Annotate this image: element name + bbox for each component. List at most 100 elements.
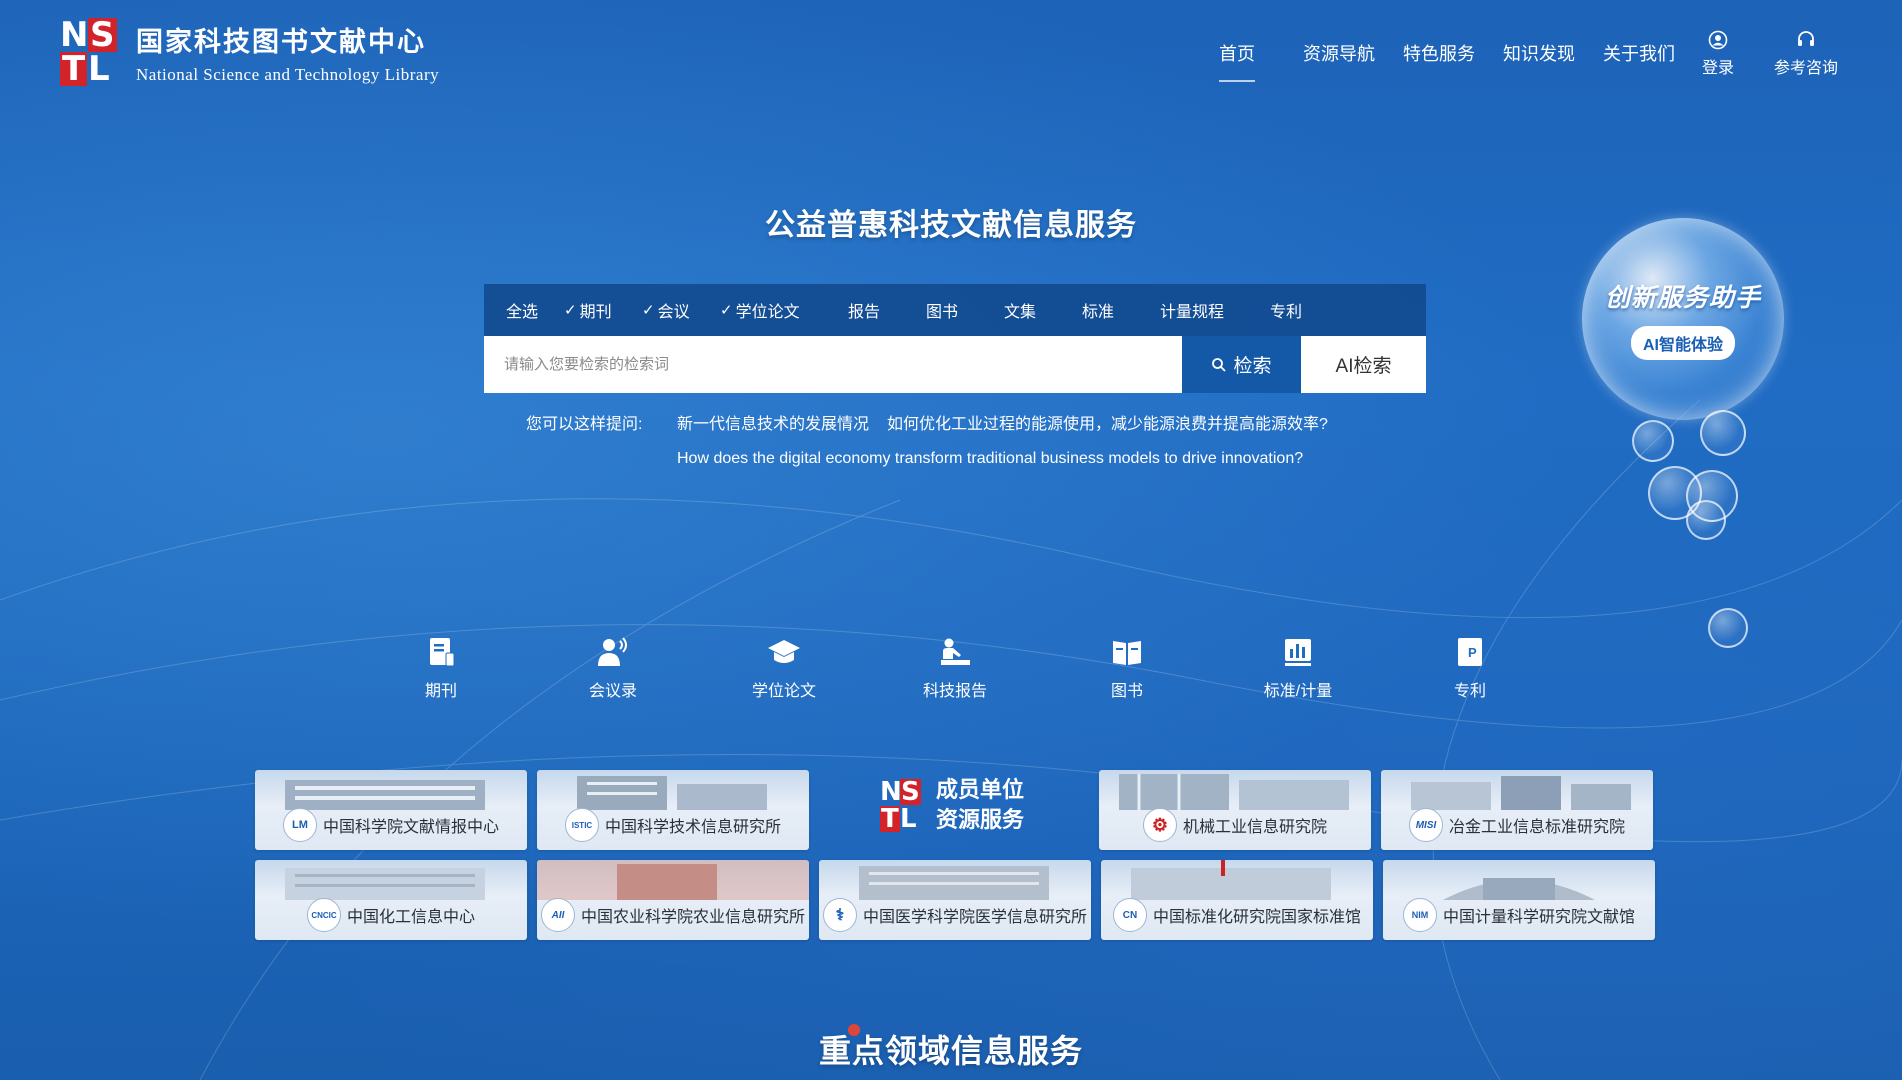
building-photo: [1411, 776, 1631, 810]
search-button[interactable]: 检索: [1182, 336, 1301, 393]
tab-label: 文集: [1004, 304, 1037, 321]
user-icon: [1708, 30, 1728, 50]
site-logo[interactable]: N S T L 国家科技图书文献中心 National Science and …: [58, 18, 439, 86]
institution-logo: MISI: [1408, 808, 1443, 842]
category-proceedings[interactable]: 会议录: [563, 635, 663, 701]
unit-name: 机械工业信息研究院: [1182, 819, 1327, 836]
unit-name: 中国科学院文献情报中心: [322, 819, 499, 836]
institution-logo: ISTIC: [564, 808, 599, 842]
suggestion-link[interactable]: 新一代信息技术的发展情况: [677, 410, 869, 434]
category-book[interactable]: 图书: [1077, 635, 1177, 701]
tab-report[interactable]: 报告: [848, 298, 926, 322]
category-tech-report[interactable]: 科技报告: [905, 635, 1005, 701]
tab-label: 标准: [1082, 304, 1115, 321]
search-input[interactable]: [484, 336, 1182, 393]
site-header: N S T L 国家科技图书文献中心 National Science and …: [0, 0, 1902, 110]
building-photo: [285, 868, 485, 900]
consult-button[interactable]: 参考咨询: [1774, 30, 1838, 78]
institution-logo: AII: [540, 898, 575, 932]
check-icon: ✓: [564, 302, 577, 319]
building-photo: [1131, 860, 1331, 900]
presenter-icon: [941, 638, 970, 665]
speaker-icon: [598, 637, 627, 666]
nav-knowledge-discovery[interactable]: 知识发现: [1489, 38, 1589, 68]
category-label: 期刊: [424, 683, 457, 700]
category-standard[interactable]: 标准/计量: [1248, 635, 1348, 701]
decorative-bubble: [1700, 410, 1746, 456]
consult-label: 参考咨询: [1774, 60, 1839, 77]
tab-label: 专利: [1270, 304, 1303, 321]
tab-label: 图书: [926, 304, 959, 321]
nstl-small-logo: N S T L: [880, 779, 924, 833]
nav-featured-services[interactable]: 特色服务: [1389, 38, 1489, 68]
tab-collection[interactable]: 文集: [1004, 298, 1082, 322]
tab-thesis[interactable]: ✓ 学位论文: [720, 298, 848, 322]
member-unit-card[interactable]: LM 中国科学院文献情报中心: [255, 770, 527, 850]
member-unit-card[interactable]: ⚙ 机械工业信息研究院: [1099, 770, 1371, 850]
ai-search-button[interactable]: AI检索: [1301, 336, 1426, 393]
ai-assistant-bubble[interactable]: 创新服务助手 AI智能体验: [1582, 218, 1784, 420]
logo-title-cn: 国家科技图书文献中心: [136, 26, 426, 58]
category-label: 标准/计量: [1263, 683, 1333, 700]
tab-standard[interactable]: 标准: [1082, 298, 1160, 322]
logo-letter: N: [60, 15, 89, 55]
unit-name: 中国农业科学院农业信息研究所: [580, 909, 805, 926]
search-button-label: 检索: [1233, 356, 1272, 377]
search-row: 检索 AI检索: [484, 336, 1426, 393]
member-unit-card[interactable]: NIM 中国计量科学研究院文献馆: [1383, 860, 1655, 940]
decorative-bubble: [1708, 608, 1748, 648]
nav-resource-navigation[interactable]: 资源导航: [1289, 38, 1389, 68]
member-unit-card[interactable]: ISTIC 中国科学技术信息研究所: [537, 770, 809, 850]
patent-icon: P: [1458, 638, 1482, 666]
decorative-bubble: [1632, 420, 1674, 462]
suggestion-link[interactable]: 如何优化工业过程的能源使用，减少能源浪费并提高能源效率?: [887, 410, 1328, 434]
category-label: 科技报告: [922, 683, 987, 700]
ai-experience-button[interactable]: AI智能体验: [1630, 326, 1735, 360]
nav-home[interactable]: 首页: [1205, 38, 1269, 82]
category-journal[interactable]: 期刊: [391, 635, 491, 701]
building-photo: [285, 780, 485, 810]
check-icon: ✓: [642, 302, 655, 319]
tab-patent[interactable]: 专利: [1270, 298, 1330, 322]
member-unit-card[interactable]: ⚕ 中国医学科学院医学信息研究所: [819, 860, 1091, 940]
login-button[interactable]: 登录: [1702, 30, 1734, 78]
member-unit-card[interactable]: CN 中国标准化研究院国家标准馆: [1101, 860, 1373, 940]
tab-label: 计量规程: [1160, 304, 1225, 321]
category-thesis[interactable]: 学位论文: [734, 635, 834, 701]
category-patent[interactable]: P 专利: [1420, 635, 1520, 701]
institution-logo: NIM: [1402, 898, 1437, 932]
unit-name: 中国计量科学研究院文献馆: [1442, 909, 1635, 926]
tab-select-all[interactable]: 全选: [506, 298, 564, 322]
logo-letter: L: [900, 804, 917, 834]
building-photo: [577, 776, 767, 810]
member-unit-card[interactable]: AII 中国农业科学院农业信息研究所: [537, 860, 809, 940]
unit-name: 中国化工信息中心: [346, 909, 475, 926]
suggestion-link[interactable]: How does the digital economy transform t…: [677, 450, 1303, 468]
decorative-bubble: [1686, 500, 1726, 540]
assistant-title: 创新服务助手: [1604, 283, 1761, 312]
building-photo: [1443, 878, 1595, 900]
category-label: 图书: [1110, 683, 1143, 700]
key-areas-section-title: 重点领域信息服务: [818, 1032, 1083, 1070]
tab-label: 全选: [506, 304, 539, 321]
svg-text:P: P: [1468, 645, 1477, 660]
member-unit-card[interactable]: MISI 冶金工业信息标准研究院: [1381, 770, 1653, 850]
tab-journal[interactable]: ✓ 期刊: [564, 298, 642, 322]
tab-conference[interactable]: ✓ 会议: [642, 298, 720, 322]
logo-letter: S: [88, 15, 117, 55]
member-unit-card[interactable]: CNCIC 中国化工信息中心: [255, 860, 527, 940]
category-label: 专利: [1453, 683, 1486, 700]
logo-letter: L: [88, 49, 110, 89]
nav-about-us[interactable]: 关于我们: [1589, 38, 1689, 68]
tab-metrology[interactable]: 计量规程: [1160, 298, 1270, 322]
unit-name: 冶金工业信息标准研究院: [1448, 819, 1625, 836]
tab-book[interactable]: 图书: [926, 298, 1004, 322]
unit-name: 中国医学科学院医学信息研究所: [862, 909, 1087, 926]
unit-name: 中国科学技术信息研究所: [604, 819, 781, 836]
member-heading-line2: 资源服务: [936, 808, 1025, 833]
tab-label: 学位论文: [735, 304, 800, 321]
bar-chart-icon: [1285, 639, 1311, 666]
nstl-logo-mark: N S T L: [58, 15, 117, 89]
search-type-tabs: 全选 ✓ 期刊 ✓ 会议 ✓ 学位论文 报告 图书 文集 标准 计量规程 专利: [484, 284, 1426, 336]
tab-label: 报告: [848, 304, 881, 321]
